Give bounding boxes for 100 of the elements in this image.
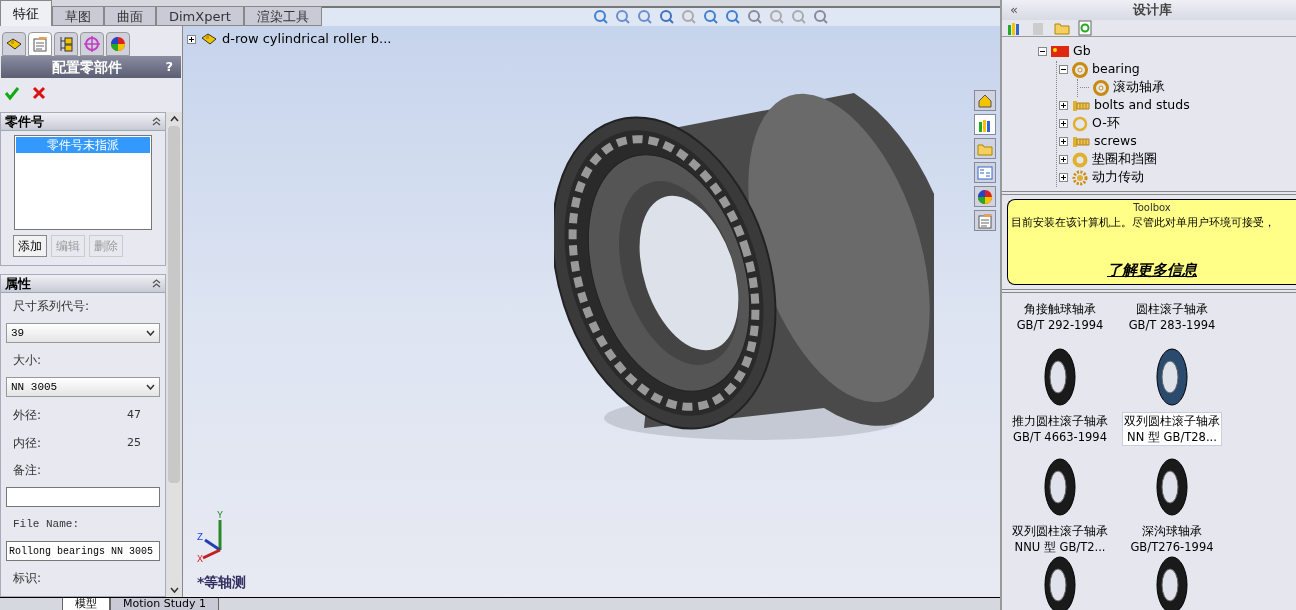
- scrollbar[interactable]: [166, 112, 182, 597]
- tree-item-label[interactable]: 动力传动: [1092, 168, 1144, 187]
- field-label: 尺寸系列代号:: [12, 298, 91, 315]
- panel-title: 设计库: [1132, 1, 1174, 19]
- checkmark-icon[interactable]: [4, 85, 20, 101]
- tree-item-label[interactable]: bolts and studs: [1094, 96, 1190, 115]
- collapse-toggle[interactable]: [1038, 47, 1047, 56]
- text-field[interactable]: [6, 487, 160, 507]
- crosshair-icon: [83, 35, 101, 53]
- expand-toggle[interactable]: [1059, 119, 1068, 128]
- gear-icon: [1072, 169, 1088, 186]
- bearing-thumbnail: [1155, 456, 1189, 517]
- view-toolbar-icon[interactable]: [746, 9, 763, 25]
- view-toolbar-icon[interactable]: [614, 9, 631, 25]
- field-label: 外径:: [13, 407, 42, 424]
- task-pane-tab[interactable]: [974, 162, 996, 183]
- washer-icon: [1072, 151, 1088, 168]
- view-toolbar-icon[interactable]: [724, 9, 741, 25]
- tree-item-label[interactable]: O-环: [1092, 114, 1120, 133]
- text-field[interactable]: Rollong bearings NN 3005: [6, 541, 160, 561]
- section-header[interactable]: 属性: [1, 275, 165, 293]
- dropdown[interactable]: 39: [6, 323, 160, 343]
- manager-tab[interactable]: [106, 32, 130, 56]
- expand-toggle[interactable]: [1059, 101, 1068, 110]
- view-list-icon: [977, 164, 993, 181]
- library-item[interactable]: 推力圆柱滚子轴承 GB/T 4663-1994: [1011, 412, 1109, 445]
- flag-icon: [1051, 46, 1069, 57]
- color-ball-icon: [976, 187, 994, 206]
- bolt-icon: [1072, 134, 1090, 149]
- learn-more-link[interactable]: 了解更多信息: [1107, 259, 1197, 282]
- expand-toggle[interactable]: [1059, 137, 1068, 146]
- view-toolbar-icon[interactable]: [592, 9, 609, 25]
- view-toolbar-icon[interactable]: [636, 9, 653, 25]
- library-item[interactable]: 双列圆柱滚子轴承 NNU 型 GB/T2...: [1011, 522, 1109, 555]
- field-label: 标识:: [12, 570, 43, 587]
- action-button[interactable]: 添加: [13, 235, 47, 257]
- chevron-down-icon: [146, 384, 155, 390]
- field-value: 47: [127, 406, 141, 423]
- view-toolbar-icon[interactable]: [812, 9, 829, 25]
- expand-toggle[interactable]: [1059, 155, 1068, 164]
- bottom-tab[interactable]: Motion Study 1: [110, 598, 220, 610]
- help-button[interactable]: ?: [165, 57, 173, 77]
- task-pane-tab[interactable]: [974, 114, 996, 135]
- home-icon: [977, 92, 993, 109]
- manager-tab[interactable]: [80, 32, 104, 56]
- feature-tree-item[interactable]: d-row cylindrical roller b...: [222, 29, 392, 49]
- expand-toggle[interactable]: [187, 34, 196, 44]
- section-header[interactable]: 零件号: [1, 113, 165, 131]
- expand-toggle[interactable]: [1059, 173, 1068, 182]
- bearing-icon: [1072, 61, 1088, 78]
- command-tab[interactable]: 特征: [0, 0, 52, 26]
- task-pane-tab[interactable]: [974, 210, 996, 231]
- bearing-thumbnail: [1043, 346, 1077, 407]
- view-toolbar-icon[interactable]: [702, 9, 719, 25]
- command-tab[interactable]: 曲面: [104, 6, 156, 26]
- view-orientation-label: *等轴测: [197, 573, 247, 592]
- tree-item-label[interactable]: 垫圈和挡圈: [1092, 150, 1157, 169]
- task-pane-tab[interactable]: [974, 186, 996, 207]
- task-pane-tab[interactable]: [974, 90, 996, 111]
- dropdown[interactable]: NN 3005: [6, 377, 160, 397]
- manager-tab[interactable]: [28, 32, 52, 56]
- field-label: File Name:: [12, 516, 80, 532]
- toolbox-notice: Toolbox 目前安装在该计算机上。尽管此对单用户环境可接受， 了解更多信息: [1007, 198, 1296, 285]
- property-sheet-icon: [976, 211, 994, 230]
- chevron-down-icon: [146, 330, 155, 336]
- bearing-thumbnail: [1043, 456, 1077, 517]
- manager-tab[interactable]: [54, 32, 78, 56]
- command-tab[interactable]: 草图: [52, 6, 104, 26]
- color-ball-icon: [109, 35, 127, 53]
- command-tab[interactable]: 渲染工具: [243, 6, 322, 26]
- collapse-icon[interactable]: [152, 279, 161, 288]
- bearing-icon: [1093, 79, 1109, 96]
- close-icon[interactable]: [32, 86, 46, 100]
- view-toolbar-icon[interactable]: [658, 9, 675, 25]
- tree-item-label[interactable]: screws: [1094, 132, 1137, 151]
- manager-tab[interactable]: [2, 32, 26, 56]
- library-item[interactable]: 圆柱滚子轴承 GB/T 283-1994: [1127, 300, 1217, 333]
- ring-icon: [1072, 115, 1088, 132]
- library-item[interactable]: 角接触球轴承 GB/T 292-1994: [1015, 300, 1105, 333]
- field-label: 内径:: [13, 435, 42, 452]
- tree-item-label[interactable]: Gb: [1073, 42, 1091, 61]
- collapse-button[interactable]: «: [1010, 0, 1018, 20]
- field-label: 大小:: [12, 352, 43, 369]
- bolt-icon: [1072, 98, 1090, 113]
- task-pane-tab[interactable]: [974, 138, 996, 159]
- tree-item-label[interactable]: bearing: [1092, 60, 1140, 79]
- library-item[interactable]: 深沟球轴承 GB/T276-1994: [1129, 522, 1215, 555]
- collapse-icon[interactable]: [152, 117, 161, 126]
- tree-item-label[interactable]: 滚动轴承: [1113, 78, 1165, 97]
- collapse-toggle[interactable]: [1059, 65, 1068, 74]
- library-item[interactable]: 双列圆柱滚子轴承 NN 型 GB/T28...: [1123, 412, 1221, 445]
- axis-triad: Y Z X: [197, 512, 224, 562]
- command-tab[interactable]: DimXpert: [156, 6, 244, 26]
- bearing-thumbnail: [1155, 346, 1189, 407]
- field-label: 备注:: [12, 462, 43, 479]
- panel-title-bar: 配置零部件 ?: [1, 56, 181, 78]
- property-sheet-icon: [31, 35, 49, 53]
- configuration-icon: [57, 35, 75, 53]
- bottom-tab[interactable]: 模型: [62, 598, 110, 610]
- refresh-icon[interactable]: [1078, 19, 1092, 36]
